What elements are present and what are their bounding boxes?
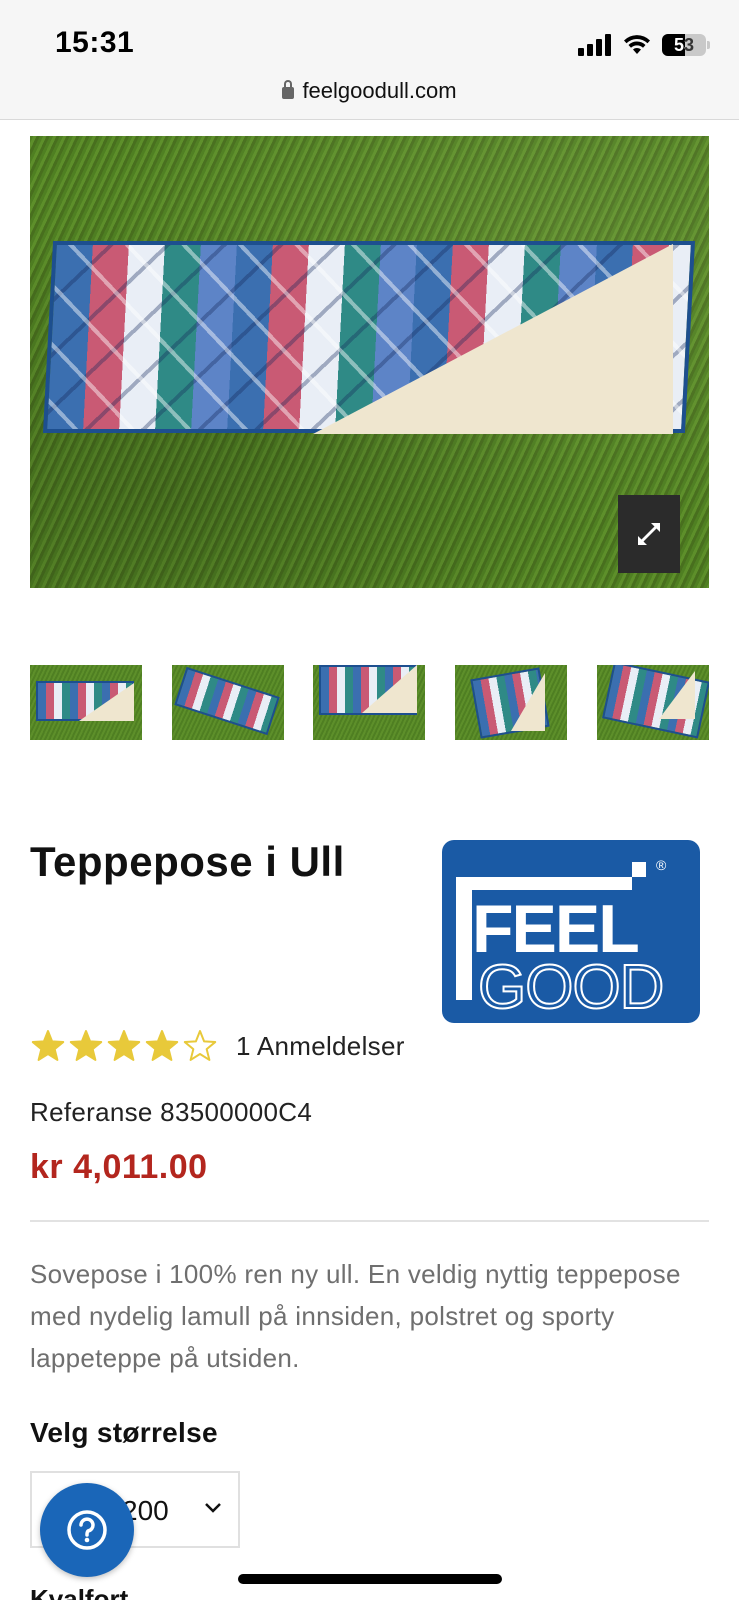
reviews-link[interactable]: 1 Anmeldelser — [236, 1031, 405, 1062]
help-button[interactable] — [40, 1483, 134, 1577]
star-filled-icon — [31, 1030, 65, 1061]
expand-icon — [638, 523, 660, 545]
thumbnail-2[interactable] — [172, 665, 284, 740]
product-main-image[interactable] — [30, 136, 709, 588]
product-description: Sovepose i 100% ren ny ull. En veldig ny… — [30, 1259, 681, 1373]
address-bar[interactable]: feelgoodull.com — [0, 72, 739, 120]
star-filled-icon — [69, 1030, 103, 1061]
question-icon — [67, 1510, 107, 1550]
status-bar: 15:31 53 — [0, 0, 739, 72]
wifi-icon — [624, 35, 650, 54]
logo-registered: ® — [656, 857, 667, 873]
brand-logo: FEEL GOOD ® — [442, 840, 700, 1023]
product-reference: Referanse 83500000C4 — [30, 1097, 313, 1127]
next-section-label: Kvalfort — [30, 1586, 128, 1600]
divider — [30, 1220, 709, 1222]
thumbnail-3[interactable] — [313, 665, 425, 740]
battery-level: 53 — [673, 35, 695, 55]
status-time: 15:31 — [55, 26, 135, 59]
star-empty-icon — [183, 1030, 217, 1061]
thumbnail-5[interactable] — [597, 665, 709, 740]
fleece-lining — [313, 244, 673, 434]
size-label: Velg størrelse — [30, 1417, 218, 1448]
product-rating[interactable]: 1 Anmeldelser — [30, 1028, 405, 1064]
thumbnail-4[interactable] — [455, 665, 567, 740]
url-text: feelgoodull.com — [302, 78, 457, 103]
rating-stars — [30, 1028, 220, 1064]
thumbnail-1[interactable] — [30, 665, 142, 740]
url-display[interactable]: feelgoodull.com — [0, 78, 739, 104]
product-price: kr 4,011.00 — [30, 1148, 208, 1186]
thumbnail-strip — [30, 665, 709, 740]
product-title: Teppepose i Ull — [30, 838, 345, 885]
battery-icon: 53 — [662, 34, 706, 56]
star-filled-icon — [107, 1030, 141, 1061]
lock-icon — [282, 80, 295, 99]
signal-icon — [578, 34, 612, 56]
home-indicator — [238, 1574, 502, 1584]
star-filled-icon — [145, 1030, 179, 1061]
chevron-down-icon — [205, 1503, 221, 1513]
battery-tip — [707, 41, 710, 49]
logo-line2: GOOD — [478, 953, 663, 1022]
expand-image-button[interactable] — [618, 495, 680, 573]
